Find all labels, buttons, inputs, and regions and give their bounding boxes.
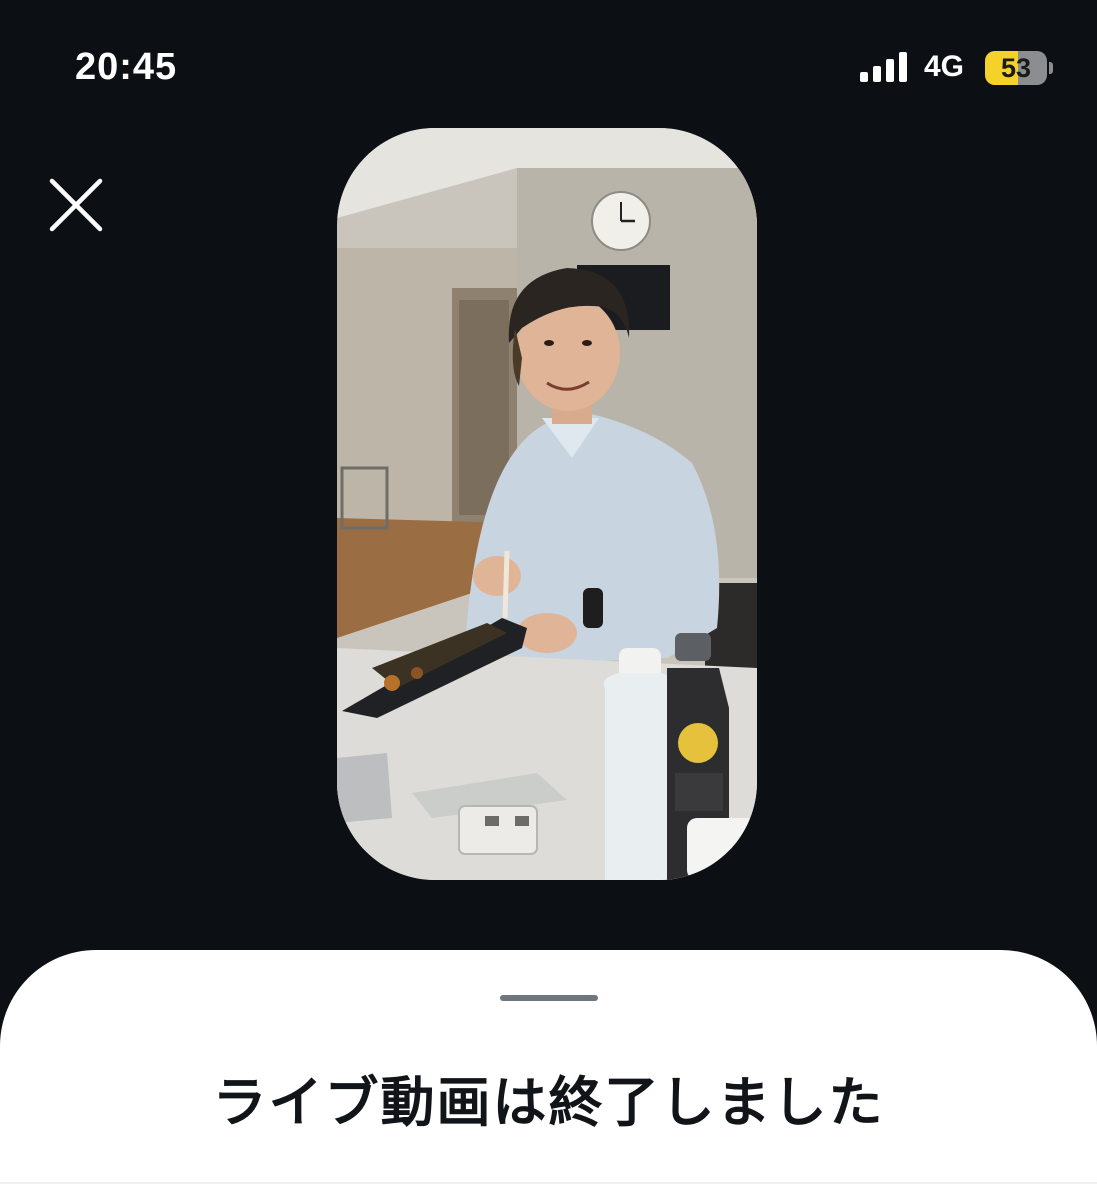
- live-ended-title: ライブ動画は終了しました: [212, 1071, 885, 1134]
- video-thumbnail[interactable]: [337, 128, 757, 880]
- battery-cap: [1049, 62, 1053, 74]
- sheet-drag-handle[interactable]: [500, 995, 598, 1001]
- status-time: 20:45: [75, 46, 178, 88]
- video-frame-image: [337, 128, 757, 880]
- close-button[interactable]: [48, 177, 104, 233]
- network-type-label: 4G: [924, 50, 965, 83]
- close-icon: [49, 178, 103, 232]
- battery-icon: 53: [985, 51, 1053, 85]
- sheet-divider: [0, 1182, 1097, 1184]
- cellular-signal-icon: [860, 52, 907, 82]
- status-bar: 20:45 4G 53: [0, 0, 1097, 130]
- bottom-sheet[interactable]: ライブ動画は終了しました: [0, 950, 1097, 1200]
- battery-level: 53: [1000, 53, 1032, 83]
- battery-body: 53: [985, 51, 1047, 85]
